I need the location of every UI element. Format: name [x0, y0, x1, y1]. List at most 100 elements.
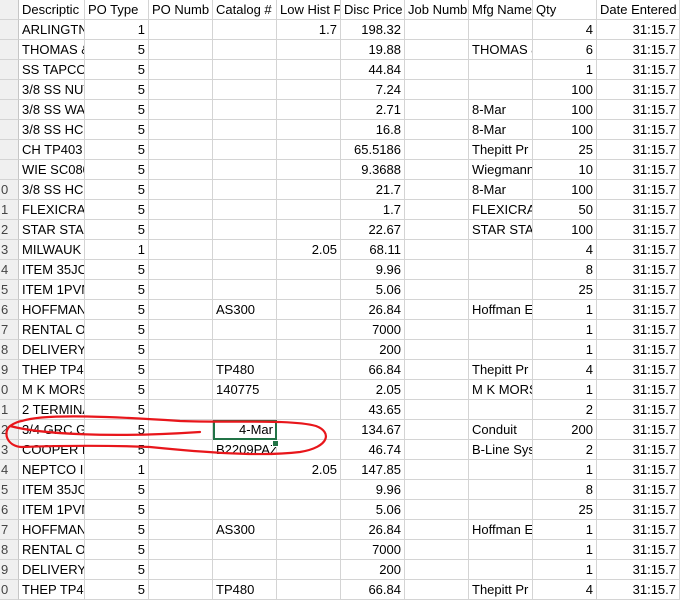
- grid-cell[interactable]: [149, 60, 213, 80]
- grid-cell[interactable]: 1: [533, 560, 597, 580]
- grid-cell[interactable]: STAR STAI: [469, 220, 533, 240]
- grid-cell[interactable]: 31:15.7: [597, 380, 680, 400]
- grid-cell[interactable]: 5: [85, 520, 149, 540]
- grid-cell[interactable]: [213, 80, 277, 100]
- grid-cell[interactable]: 100: [533, 180, 597, 200]
- grid-cell[interactable]: 25: [533, 500, 597, 520]
- grid-cell[interactable]: [213, 540, 277, 560]
- grid-cell[interactable]: [149, 560, 213, 580]
- grid-cell[interactable]: Hoffman E: [469, 520, 533, 540]
- grid-cell[interactable]: [149, 400, 213, 420]
- grid-cell[interactable]: [149, 280, 213, 300]
- grid-cell[interactable]: 26.84: [341, 520, 405, 540]
- grid-cell[interactable]: 5: [85, 60, 149, 80]
- grid-cell[interactable]: [213, 120, 277, 140]
- column-header-cell[interactable]: Catalog #: [213, 0, 277, 20]
- grid-cell[interactable]: M K MORS: [469, 380, 533, 400]
- grid-cell[interactable]: [277, 560, 341, 580]
- grid-cell[interactable]: [277, 480, 341, 500]
- grid-cell[interactable]: 1: [85, 460, 149, 480]
- grid-cell[interactable]: [277, 500, 341, 520]
- grid-cell[interactable]: [405, 60, 469, 80]
- grid-cell[interactable]: [149, 420, 213, 440]
- grid-cell[interactable]: [277, 320, 341, 340]
- grid-cell[interactable]: 31:15.7: [597, 300, 680, 320]
- grid-cell[interactable]: AS300: [213, 520, 277, 540]
- grid-cell[interactable]: THOMAS &: [19, 40, 85, 60]
- grid-cell[interactable]: 31:15.7: [597, 400, 680, 420]
- grid-cell[interactable]: 31:15.7: [597, 120, 680, 140]
- grid-cell[interactable]: 26.84: [341, 300, 405, 320]
- grid-cell[interactable]: [405, 40, 469, 60]
- grid-cell[interactable]: [469, 320, 533, 340]
- grid-cell[interactable]: [149, 580, 213, 600]
- grid-cell[interactable]: [213, 20, 277, 40]
- grid-cell[interactable]: [213, 160, 277, 180]
- grid-cell[interactable]: 8-Mar: [469, 120, 533, 140]
- grid-cell[interactable]: 22.67: [341, 220, 405, 240]
- grid-cell[interactable]: 19.88: [341, 40, 405, 60]
- grid-cell[interactable]: 4: [533, 360, 597, 380]
- grid-cell[interactable]: 31:15.7: [597, 140, 680, 160]
- row-header[interactable]: 5: [0, 480, 19, 500]
- grid-cell[interactable]: [469, 280, 533, 300]
- grid-cell[interactable]: 1: [533, 340, 597, 360]
- grid-cell[interactable]: 8: [533, 260, 597, 280]
- column-header-cell[interactable]: Job Numb: [405, 0, 469, 20]
- grid-cell[interactable]: [277, 360, 341, 380]
- grid-cell[interactable]: [213, 560, 277, 580]
- grid-cell[interactable]: 8-Mar: [469, 100, 533, 120]
- grid-cell[interactable]: [405, 160, 469, 180]
- row-header[interactable]: [0, 40, 19, 60]
- grid-cell[interactable]: [149, 120, 213, 140]
- grid-cell[interactable]: 3/8 SS HCS: [19, 180, 85, 200]
- row-header[interactable]: 2: [0, 420, 19, 440]
- grid-cell[interactable]: STAR STAI: [19, 220, 85, 240]
- row-header[interactable]: 3: [0, 440, 19, 460]
- grid-cell[interactable]: 7000: [341, 320, 405, 340]
- grid-cell[interactable]: [277, 140, 341, 160]
- grid-cell[interactable]: 46.74: [341, 440, 405, 460]
- grid-cell[interactable]: ITEM 35JC: [19, 480, 85, 500]
- row-header[interactable]: 7: [0, 320, 19, 340]
- grid-cell[interactable]: [405, 460, 469, 480]
- grid-cell[interactable]: THEP TP48: [19, 360, 85, 380]
- row-header[interactable]: 0: [0, 380, 19, 400]
- grid-cell[interactable]: [149, 460, 213, 480]
- grid-cell[interactable]: 44.84: [341, 60, 405, 80]
- grid-cell[interactable]: [469, 80, 533, 100]
- grid-cell[interactable]: 198.32: [341, 20, 405, 40]
- grid-cell[interactable]: [149, 380, 213, 400]
- grid-cell[interactable]: 5: [85, 560, 149, 580]
- grid-cell[interactable]: [405, 340, 469, 360]
- grid-cell[interactable]: [405, 20, 469, 40]
- grid-cell[interactable]: [213, 280, 277, 300]
- grid-cell[interactable]: 200: [341, 560, 405, 580]
- row-header[interactable]: 0: [0, 580, 19, 600]
- grid-cell[interactable]: [405, 140, 469, 160]
- grid-cell[interactable]: 2 TERMINA: [19, 400, 85, 420]
- grid-cell[interactable]: [277, 220, 341, 240]
- grid-cell[interactable]: 1.7: [341, 200, 405, 220]
- grid-cell[interactable]: 31:15.7: [597, 160, 680, 180]
- column-header-cell[interactable]: Date Entered: [597, 0, 680, 20]
- grid-cell[interactable]: [277, 400, 341, 420]
- grid-cell[interactable]: [405, 580, 469, 600]
- grid-cell[interactable]: 31:15.7: [597, 560, 680, 580]
- grid-cell[interactable]: [213, 240, 277, 260]
- row-header[interactable]: 4: [0, 260, 19, 280]
- grid-cell[interactable]: 100: [533, 220, 597, 240]
- grid-cell[interactable]: 31:15.7: [597, 480, 680, 500]
- grid-cell[interactable]: [405, 200, 469, 220]
- grid-cell[interactable]: [149, 240, 213, 260]
- grid-cell[interactable]: 200: [341, 340, 405, 360]
- grid-cell[interactable]: [149, 80, 213, 100]
- grid-cell[interactable]: 5: [85, 340, 149, 360]
- grid-cell[interactable]: 31:15.7: [597, 100, 680, 120]
- grid-cell[interactable]: [277, 520, 341, 540]
- row-header[interactable]: 9: [0, 360, 19, 380]
- grid-cell[interactable]: [469, 20, 533, 40]
- grid-cell[interactable]: B2209PAZN: [213, 440, 277, 460]
- grid-cell[interactable]: [405, 540, 469, 560]
- grid-cell[interactable]: B-Line Sys: [469, 440, 533, 460]
